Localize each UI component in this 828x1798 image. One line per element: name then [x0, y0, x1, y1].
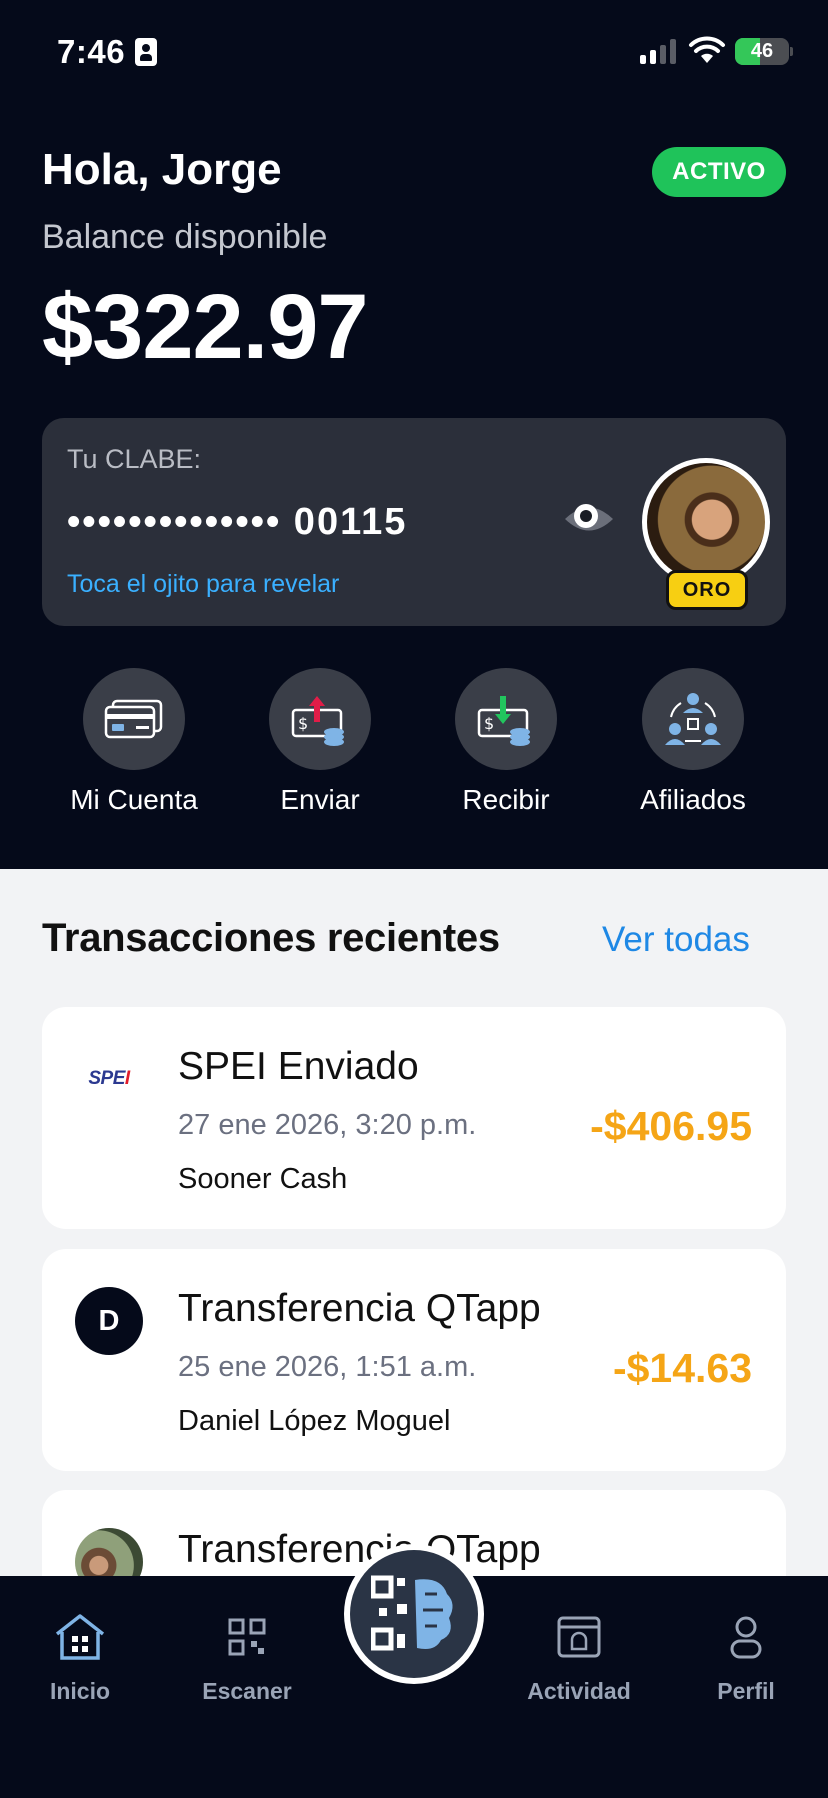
spei-logo-text: SPE: [88, 1068, 125, 1089]
status-badge: ACTIVO: [652, 147, 786, 197]
nav-actividad[interactable]: Actividad: [499, 1610, 659, 1705]
center-scan-button[interactable]: [344, 1544, 484, 1684]
transaction-title: Transferencia QTapp: [178, 1528, 541, 1571]
see-all-link[interactable]: Ver todas: [602, 920, 750, 960]
wifi-icon: [689, 36, 725, 63]
spei-logo-icon: SPE I: [75, 1045, 143, 1113]
action-mi-cuenta[interactable]: Mi Cuenta: [44, 668, 224, 816]
cellular-signal-icon: [640, 38, 676, 64]
action-recibir[interactable]: $ Recibir: [416, 668, 596, 816]
eye-icon[interactable]: [562, 498, 616, 540]
action-label: Recibir: [462, 784, 550, 815]
nav-label: Actividad: [527, 1678, 631, 1704]
spei-logo-accent: I: [124, 1068, 130, 1089]
nav-escaner[interactable]: Escaner: [167, 1610, 327, 1705]
tier-badge: ORO: [666, 570, 748, 610]
action-label: Mi Cuenta: [70, 784, 198, 815]
nav-label: Escaner: [202, 1678, 292, 1704]
transaction-title: Transferencia QTapp: [178, 1287, 541, 1330]
balance-amount: $322.97: [42, 276, 369, 378]
transaction-counterparty: Sooner Cash: [178, 1163, 348, 1195]
scanner-icon: [167, 1610, 327, 1664]
transaction-title: SPEI Enviado: [178, 1045, 419, 1088]
status-bar-time: 7:46: [57, 33, 158, 71]
clabe-label: Tu CLABE:: [67, 444, 202, 474]
transaction-card[interactable]: SPE I SPEI Enviado 27 ene 2026, 3:20 p.m.…: [42, 1007, 786, 1229]
id-badge-icon: [135, 38, 158, 66]
transaction-counterparty: Daniel López Moguel: [178, 1405, 451, 1437]
transaction-date: 25 ene 2026, 1:51 a.m.: [178, 1351, 477, 1383]
nav-inicio[interactable]: Inicio: [0, 1610, 160, 1705]
battery-icon: 46: [735, 38, 789, 65]
nav-label: Perfil: [717, 1678, 775, 1704]
send-money-icon: $: [269, 668, 371, 770]
header-section: 7:46 46 Hola, Jorge ACTIVO Balance dispo…: [0, 0, 828, 869]
greeting: Hola, Jorge: [42, 145, 282, 194]
action-label: Afiliados: [640, 784, 746, 815]
nav-label: Inicio: [49, 1678, 111, 1704]
transaction-amount: -$14.63: [612, 1345, 752, 1391]
avatar[interactable]: [642, 458, 770, 586]
action-label: Enviar: [280, 784, 360, 815]
clabe-number: •••••••••••••• 00115: [67, 501, 408, 543]
transaction-date: 27 ene 2026, 3:20 p.m.: [178, 1109, 477, 1141]
profile-icon: [666, 1610, 826, 1664]
avatar-photo: [647, 463, 765, 581]
section-title: Transacciones recientes: [42, 916, 500, 960]
affiliates-icon: [642, 668, 744, 770]
initial-avatar-icon: D: [75, 1287, 143, 1355]
transaction-card[interactable]: D Transferencia QTapp 25 ene 2026, 1:51 …: [42, 1249, 786, 1471]
card-icon: [83, 668, 185, 770]
clock-text: 7:46: [57, 33, 126, 70]
nav-perfil[interactable]: Perfil: [666, 1610, 826, 1705]
activity-icon: [499, 1610, 659, 1664]
svg-text:$: $: [298, 714, 308, 733]
action-afiliados[interactable]: Afiliados: [603, 668, 783, 816]
qr-brain-icon: [350, 1550, 478, 1678]
clabe-card: Tu CLABE: •••••••••••••• 00115 Toca el o…: [42, 418, 786, 626]
battery-tip: [790, 47, 793, 56]
balance-label: Balance disponible: [42, 218, 328, 256]
svg-text:$: $: [484, 714, 494, 733]
transaction-amount: -$406.95: [590, 1103, 752, 1149]
receive-money-icon: $: [455, 668, 557, 770]
home-icon: [0, 1610, 160, 1664]
action-enviar[interactable]: $ Enviar: [230, 668, 410, 816]
clabe-reveal-hint: Toca el ojito para revelar: [67, 570, 340, 598]
battery-level: 46: [750, 40, 774, 62]
